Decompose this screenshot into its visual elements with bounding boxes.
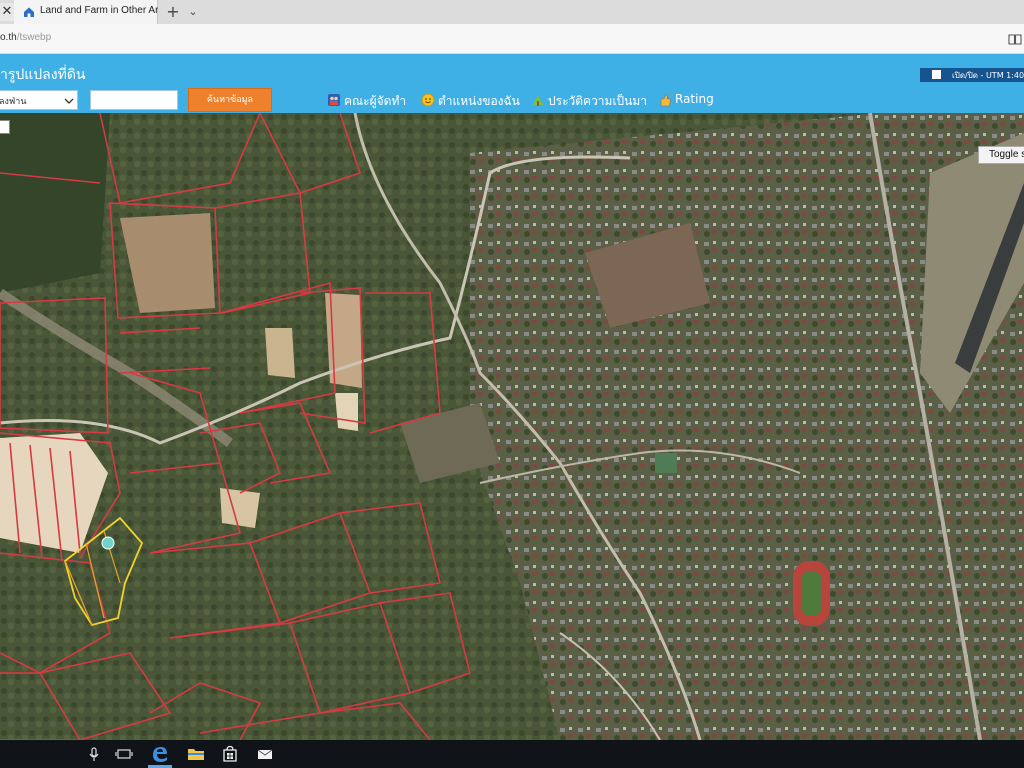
rating-icon bbox=[660, 94, 671, 107]
location-face-icon bbox=[421, 93, 435, 107]
new-tab-button[interactable]: + bbox=[164, 3, 182, 21]
sports-court bbox=[655, 453, 677, 473]
search-input[interactable] bbox=[90, 90, 178, 110]
team-icon bbox=[328, 94, 340, 106]
bare-field bbox=[220, 488, 260, 528]
nav-my-location-link[interactable]: ตำแหน่งของฉัน bbox=[421, 92, 521, 110]
tab-title: Land and Farm in Other Are bbox=[40, 5, 158, 16]
edge-icon[interactable] bbox=[150, 744, 170, 764]
chevron-down-icon bbox=[64, 98, 74, 104]
url-host: o.th bbox=[0, 32, 17, 43]
browser-tab[interactable]: Land and Farm in Other Are bbox=[14, 0, 158, 24]
toggle-layer-button[interactable]: Toggle s bbox=[978, 146, 1024, 164]
file-explorer-icon[interactable] bbox=[186, 744, 206, 764]
forest-area bbox=[0, 113, 110, 293]
utm-toggle-label: เปิด/ปิด - UTM 1:40 bbox=[952, 71, 1024, 80]
nav-history-label: ประวัติความเป็นมา bbox=[548, 94, 648, 108]
reading-view-icon[interactable] bbox=[1008, 32, 1022, 46]
nav-rating-link[interactable]: Rating bbox=[658, 92, 716, 110]
browser-tab-strip: ✕ Land and Farm in Other Are + ⌄ bbox=[0, 0, 1024, 24]
microphone-icon[interactable] bbox=[84, 744, 104, 764]
tab-list-chevron-icon[interactable]: ⌄ bbox=[184, 3, 202, 21]
nav-committee-label: คณะผู้จัดทำ bbox=[344, 94, 407, 108]
url-text[interactable]: o.th/tswebp bbox=[0, 32, 51, 46]
windows-taskbar bbox=[0, 740, 1024, 768]
history-icon bbox=[533, 95, 543, 106]
close-tab-icon[interactable]: ✕ bbox=[0, 3, 14, 21]
utm-checkbox[interactable] bbox=[932, 70, 941, 79]
task-view-icon[interactable] bbox=[114, 744, 134, 764]
nav-my-location-label: ตำแหน่งของฉัน bbox=[438, 94, 520, 108]
app-title: ารูปแปลงที่ดิน bbox=[0, 67, 86, 83]
search-button[interactable]: ค้นหาข้อมูล bbox=[188, 88, 272, 112]
utm-toggle-panel[interactable]: เปิด/ปิด - UTM 1:40 bbox=[920, 68, 1024, 82]
app-header: ารูปแปลงที่ดิน ลงฟ่าน ค้นหาข้อมูล คณะผู้… bbox=[0, 54, 1024, 113]
url-path: /tswebp bbox=[16, 32, 52, 43]
bare-field bbox=[265, 328, 295, 378]
nav-history-link[interactable]: ประวัติความเป็นมา bbox=[531, 92, 651, 110]
address-bar[interactable]: o.th/tswebp bbox=[0, 24, 1024, 54]
satellite-map[interactable] bbox=[0, 113, 1024, 740]
map-view[interactable]: Toggle s bbox=[0, 113, 1024, 740]
nav-rating-label: Rating bbox=[675, 92, 714, 106]
bare-field bbox=[335, 393, 358, 431]
nav-committee-link[interactable]: คณะผู้จัดทำ bbox=[327, 92, 419, 110]
stadium-field bbox=[801, 571, 822, 616]
province-select-value: ลงฟ่าน bbox=[0, 97, 27, 107]
home-icon bbox=[24, 7, 34, 17]
mail-icon[interactable] bbox=[255, 744, 275, 764]
store-icon[interactable] bbox=[220, 744, 240, 764]
map-tool-button[interactable] bbox=[0, 120, 10, 134]
province-select[interactable]: ลงฟ่าน bbox=[0, 90, 78, 110]
